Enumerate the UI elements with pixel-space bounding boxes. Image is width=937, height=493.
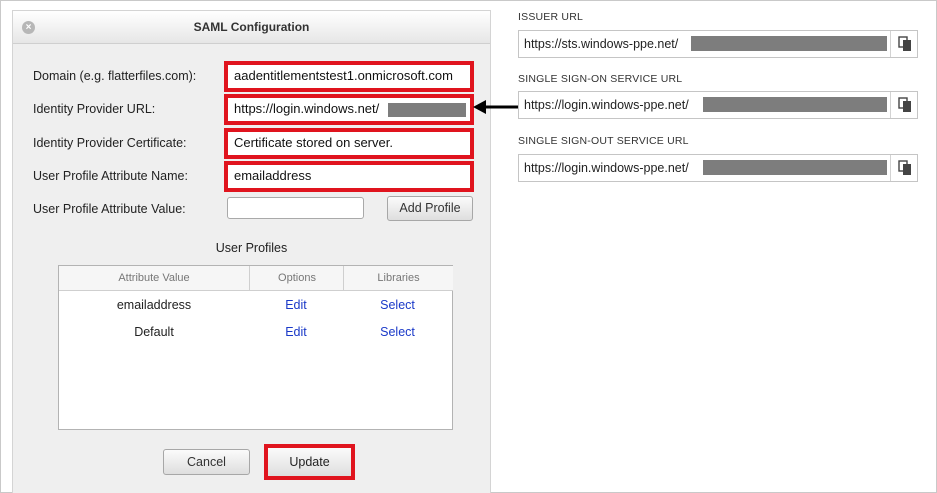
issuer-url-value: https://sts.windows-ppe.net/ [524,37,679,51]
row-attribute-value: emailaddress [116,298,192,312]
attr-name-label: User Profile Attribute Name: [33,169,188,183]
attr-value-label: User Profile Attribute Value: [33,202,186,216]
edit-link[interactable]: Edit [249,325,343,339]
user-profiles-table: Attribute Value Options Libraries emaila… [58,265,453,430]
domain-value: aadentitlementstest1.onmicrosoft.com [234,68,453,83]
redaction-bar [388,103,466,117]
update-button[interactable]: Update [264,444,355,480]
copy-icon[interactable] [898,160,912,176]
idp-cert-label: Identity Provider Certificate: [33,136,187,150]
user-profiles-title: User Profiles [215,241,288,255]
dialog-title: SAML Configuration [193,20,310,34]
idp-url-field[interactable]: https://login.windows.net/ [224,94,474,125]
redaction-bar [691,36,887,51]
redaction-bar [703,97,887,112]
sso-url-value: https://login.windows-ppe.net/ [524,98,689,112]
issuer-url-field[interactable]: https://sts.windows-ppe.net/ [518,30,918,58]
attr-name-field[interactable]: emailaddress [224,161,474,192]
column-header-options: Options [249,266,344,291]
idp-url-label: Identity Provider URL: [33,102,156,116]
slo-url-value: https://login.windows-ppe.net/ [524,161,689,175]
saml-config-dialog: SAML Configuration × Domain (e.g. flatte… [12,10,491,493]
cancel-button[interactable]: Cancel [163,449,250,475]
select-link[interactable]: Select [343,298,452,312]
divider [890,155,891,181]
slo-url-label: SINGLE SIGN-OUT SERVICE URL [518,135,689,147]
idp-url-value: https://login.windows.net/ [234,101,380,116]
domain-field[interactable]: aadentitlementstest1.onmicrosoft.com [224,61,474,92]
dialog-header: SAML Configuration × [13,11,490,44]
attr-name-value: emailaddress [234,168,312,183]
copy-icon[interactable] [898,97,912,113]
domain-label: Domain (e.g. flatterfiles.com): [33,69,197,83]
sso-url-field[interactable]: https://login.windows-ppe.net/ [518,91,918,119]
column-header-attribute-value: Attribute Value [59,266,249,291]
attr-value-input[interactable] [227,197,364,219]
add-profile-button[interactable]: Add Profile [387,196,473,221]
copy-icon[interactable] [898,36,912,52]
edit-link[interactable]: Edit [249,298,343,312]
row-attribute-value: Default [134,325,174,339]
idp-cert-field[interactable]: Certificate stored on server. [224,128,474,159]
slo-url-field[interactable]: https://login.windows-ppe.net/ [518,154,918,182]
column-header-libraries: Libraries [343,266,453,291]
close-icon[interactable]: × [22,21,35,34]
sso-url-label: SINGLE SIGN-ON SERVICE URL [518,73,683,85]
arrow-left-icon [473,100,518,114]
redaction-bar [703,160,887,175]
divider [890,92,891,118]
idp-cert-value: Certificate stored on server. [234,135,393,150]
issuer-url-label: ISSUER URL [518,11,584,23]
divider [890,31,891,57]
select-link[interactable]: Select [343,325,452,339]
